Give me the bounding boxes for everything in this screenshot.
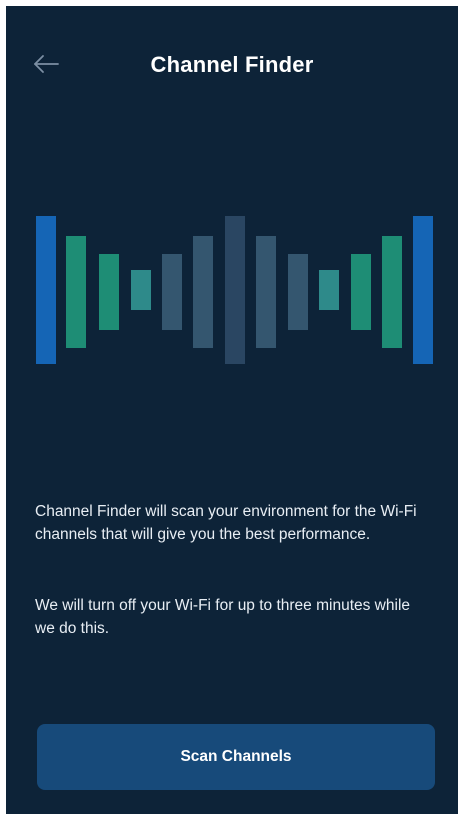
channel-bar bbox=[382, 236, 402, 348]
channel-bar bbox=[99, 254, 119, 330]
channel-bar bbox=[256, 236, 276, 348]
channel-bar bbox=[131, 270, 151, 310]
scan-channels-button[interactable]: Scan Channels bbox=[37, 724, 435, 790]
channel-bar bbox=[288, 254, 308, 330]
channel-bar bbox=[162, 254, 182, 330]
channel-bars-illustration bbox=[36, 216, 433, 364]
channel-bar bbox=[193, 236, 213, 348]
channel-finder-screen: Channel Finder Channel Finder will scan … bbox=[6, 6, 458, 814]
channel-bar bbox=[319, 270, 339, 310]
wifi-off-note: We will turn off your Wi-Fi for up to th… bbox=[35, 597, 411, 637]
description-text: Channel Finder will scan your environmen… bbox=[35, 503, 417, 543]
page-title: Channel Finder bbox=[150, 52, 314, 77]
channel-bar bbox=[413, 216, 433, 364]
channel-bar bbox=[225, 216, 245, 364]
channel-bar bbox=[36, 216, 56, 364]
channel-bar bbox=[66, 236, 86, 348]
header: Channel Finder bbox=[6, 6, 458, 126]
channel-bar bbox=[351, 254, 371, 330]
